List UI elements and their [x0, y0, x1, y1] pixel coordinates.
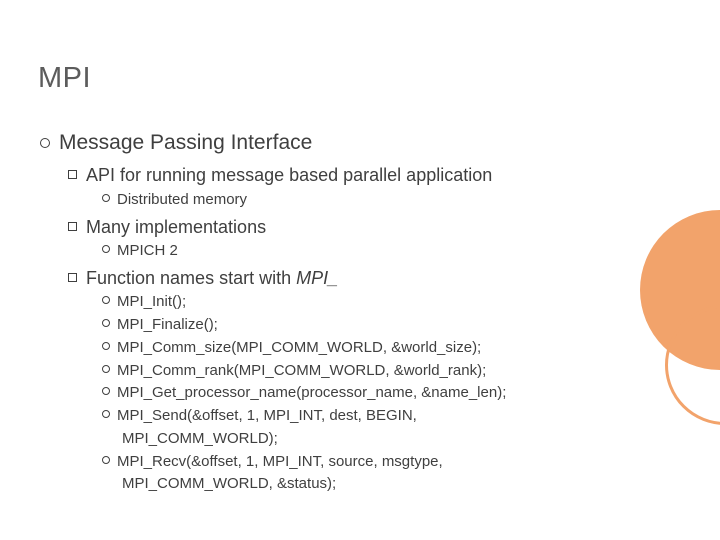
- bullet-level3: MPI_Get_processor_name(processor_name, &…: [102, 384, 640, 403]
- bullet-level2: API for running message based parallel a…: [68, 164, 640, 187]
- bullet-circle-icon: [102, 456, 110, 464]
- bullet-level3: Distributed memory: [102, 191, 640, 210]
- text: API for running message based parallel a…: [86, 165, 492, 185]
- slide: MPI Message Passing Interface API for ru…: [0, 0, 720, 540]
- text: MPI_Comm_size(MPI_COMM_WORLD, &world_siz…: [117, 339, 481, 356]
- bullet-circle-icon: [102, 365, 110, 373]
- text: Distributed memory: [117, 191, 247, 208]
- text: MPI_Get_processor_name(processor_name, &…: [117, 384, 506, 401]
- bullet-level3: MPI_Send(&offset, 1, MPI_INT, dest, BEGI…: [102, 407, 640, 426]
- bullet-level3: MPI_Comm_rank(MPI_COMM_WORLD, &world_ran…: [102, 362, 640, 381]
- bullet-circle-icon: [40, 138, 50, 148]
- bullet-circle-icon: [102, 245, 110, 253]
- text: MPICH 2: [117, 242, 178, 259]
- bullet-square-icon: [68, 222, 77, 231]
- text: MPI_COMM_WORLD);: [122, 430, 278, 447]
- bullet-level3: MPI_Comm_size(MPI_COMM_WORLD, &world_siz…: [102, 339, 640, 358]
- bullet-level3: MPI_Recv(&offset, 1, MPI_INT, source, ms…: [102, 453, 640, 472]
- bullet-circle-icon: [102, 319, 110, 327]
- bullet-circle-icon: [102, 410, 110, 418]
- text: Many implementations: [86, 217, 266, 237]
- bullet-level3-continuation: MPI_COMM_WORLD, &status);: [122, 475, 640, 494]
- slide-title: MPI: [38, 62, 91, 95]
- bullet-circle-icon: [102, 387, 110, 395]
- text: MPI_COMM_WORLD, &status);: [122, 475, 336, 492]
- slide-body: Message Passing Interface API for runnin…: [40, 130, 640, 498]
- text-emph: MPI_: [296, 268, 338, 288]
- text: MPI_Comm_rank(MPI_COMM_WORLD, &world_ran…: [117, 362, 486, 379]
- text: Message Passing Interface: [59, 131, 312, 154]
- bullet-level3-continuation: MPI_COMM_WORLD);: [122, 430, 640, 449]
- bullet-circle-icon: [102, 342, 110, 350]
- decorative-circles: [660, 200, 720, 430]
- bullet-circle-icon: [102, 296, 110, 304]
- bullet-square-icon: [68, 273, 77, 282]
- bullet-level2: Function names start with MPI_: [68, 267, 640, 290]
- text: Function names start with: [86, 268, 296, 288]
- bullet-level2: Many implementations: [68, 216, 640, 239]
- text: MPI_Send(&offset, 1, MPI_INT, dest, BEGI…: [117, 407, 417, 424]
- bullet-level1: Message Passing Interface: [40, 130, 640, 156]
- bullet-level3: MPI_Finalize();: [102, 316, 640, 335]
- bullet-circle-icon: [102, 194, 110, 202]
- text: MPI_Init();: [117, 293, 186, 310]
- text: MPI_Recv(&offset, 1, MPI_INT, source, ms…: [117, 453, 443, 470]
- bullet-level3: MPICH 2: [102, 242, 640, 261]
- bullet-square-icon: [68, 170, 77, 179]
- bullet-level3: MPI_Init();: [102, 293, 640, 312]
- text: MPI_Finalize();: [117, 316, 218, 333]
